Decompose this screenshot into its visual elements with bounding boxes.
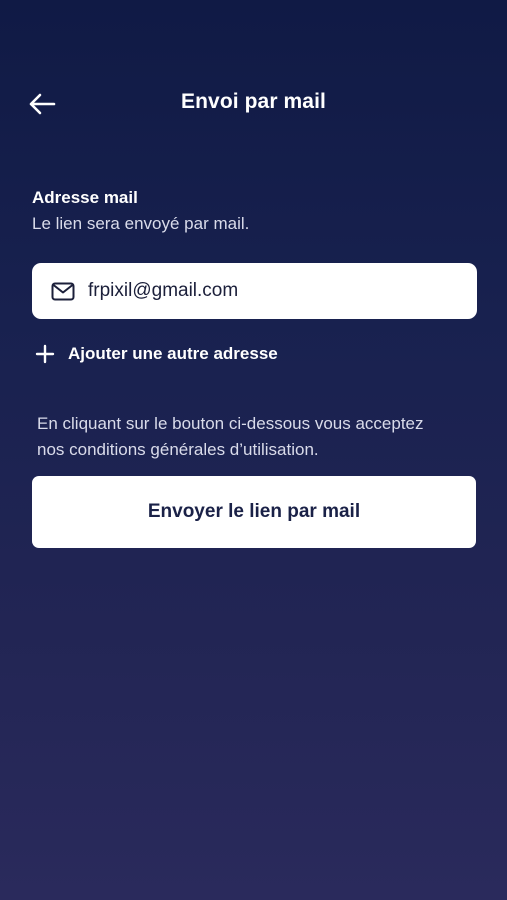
email-section-help: Le lien sera envoyé par mail. [32, 214, 250, 233]
add-address-label: Ajouter une autre adresse [68, 344, 278, 363]
page-title: Envoi par mail [181, 90, 326, 113]
email-send-screen: Envoi par mail Adresse mail Le lien sera… [0, 0, 507, 900]
terms-line-2: nos conditions générales d’utilisation. [37, 440, 319, 459]
add-address-button[interactable]: Ajouter une autre adresse [32, 340, 278, 368]
email-input[interactable] [88, 280, 448, 302]
header: Envoi par mail [0, 78, 507, 128]
email-section-label: Adresse mail [32, 188, 138, 207]
send-link-button[interactable]: Envoyer le lien par mail [32, 476, 476, 548]
terms-text: En cliquant sur le bouton ci-dessous vou… [37, 411, 487, 463]
email-field[interactable] [32, 263, 477, 319]
terms-line-1: En cliquant sur le bouton ci-dessous vou… [37, 414, 424, 433]
mail-icon [50, 280, 76, 302]
plus-icon [34, 343, 56, 365]
